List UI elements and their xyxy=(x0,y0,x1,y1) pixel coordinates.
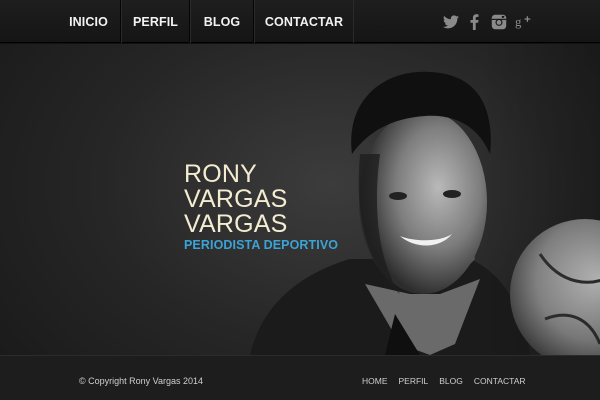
instagram-icon[interactable] xyxy=(490,13,507,30)
footer-link-home[interactable]: HOME xyxy=(362,376,388,386)
copyright-text: © Copyright Rony Vargas 2014 xyxy=(79,376,204,386)
nav-item-inicio[interactable]: INICIO xyxy=(57,0,121,43)
facebook-icon[interactable] xyxy=(466,13,483,30)
footer-link-perfil[interactable]: PERFIL xyxy=(399,376,429,386)
hero-banner: RONY VARGAS VARGAS PERIODISTA DEPORTIVO xyxy=(0,44,600,355)
nav-item-perfil[interactable]: PERFIL xyxy=(121,0,190,43)
social-links: g xyxy=(442,13,531,30)
footer-link-blog[interactable]: BLOG xyxy=(439,376,463,386)
hero-name-line-2: VARGAS xyxy=(184,185,288,213)
google-plus-icon[interactable]: g xyxy=(514,13,531,30)
footer-nav: HOME PERFIL BLOG CONTACTAR xyxy=(362,376,526,386)
nav-item-blog[interactable]: BLOG xyxy=(190,0,254,43)
hero-name-line-1: RONY xyxy=(184,160,258,188)
twitter-icon[interactable] xyxy=(442,13,459,30)
nav-item-contactar[interactable]: CONTACTAR xyxy=(254,0,354,43)
hero-title-block: RONY VARGAS VARGAS PERIODISTA DEPORTIVO xyxy=(184,160,339,253)
hero-name-line-3: VARGAS xyxy=(184,210,288,238)
footer: © Copyright Rony Vargas 2014 HOME PERFIL… xyxy=(0,355,600,400)
top-navigation-bar: INICIO PERFIL BLOG CONTACTAR g xyxy=(0,0,600,43)
main-nav: INICIO PERFIL BLOG CONTACTAR xyxy=(57,0,354,43)
hero-subtitle: PERIODISTA DEPORTIVO xyxy=(184,238,339,252)
svg-text:g: g xyxy=(515,15,522,29)
footer-link-contactar[interactable]: CONTACTAR xyxy=(474,376,526,386)
